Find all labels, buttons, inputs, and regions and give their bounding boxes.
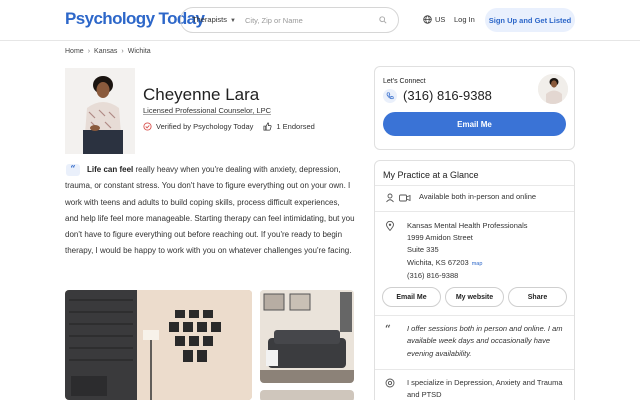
verified-label[interactable]: Verified by Psychology Today (156, 122, 253, 131)
map-link[interactable]: map (472, 261, 483, 267)
verified-check-icon (143, 122, 152, 131)
endorsed-count[interactable]: 1 Endorsed (276, 122, 314, 131)
chevron-down-icon: ▼ (230, 18, 236, 24)
bio-text: Life can feel really heavy when you're d… (65, 162, 355, 260)
video-icon (399, 194, 411, 202)
address-line: Kansas Mental Health Professionals (407, 221, 528, 230)
share-button[interactable]: Share (508, 287, 567, 307)
search-icon[interactable] (379, 16, 387, 24)
connect-label: Let's Connect (383, 78, 426, 85)
address-phone[interactable]: (316) 816-9388 (407, 270, 527, 282)
address-line: Suite 335 (407, 245, 439, 255)
verification-row: Verified by Psychology Today 1 Endorsed (143, 122, 315, 131)
specialties-text: I specialize in Depression, Anxiety and … (407, 378, 563, 400)
practice-title: My Practice at a Glance (383, 170, 479, 180)
divider (375, 211, 574, 212)
divider (375, 369, 574, 370)
language-label: US (435, 15, 446, 24)
thumbs-up-icon (263, 122, 272, 131)
phone-number[interactable]: (316) 816-9388 (403, 88, 492, 103)
practice-statement: I offer sessions both in person and onli… (407, 324, 563, 358)
search-bar: Therapists ▼ (180, 7, 399, 33)
globe-icon (423, 15, 432, 24)
person-icon (386, 193, 394, 203)
address-line: 1999 Amidon Street (407, 233, 473, 243)
address-city: Wichita, KS 67203 (407, 257, 469, 267)
site-header: Psychology Today Therapists▼ US Log In S… (0, 0, 640, 41)
chevron-right-icon: › (121, 48, 124, 55)
bio-lead: Life can feel (87, 165, 134, 174)
email-me-pill-button[interactable]: Email Me (382, 287, 441, 307)
breadcrumb-city[interactable]: Wichita (128, 48, 151, 55)
office-photo[interactable] (260, 390, 354, 400)
breadcrumb-state[interactable]: Kansas (94, 48, 117, 55)
therapists-select-label: Therapists (192, 15, 228, 24)
target-icon (385, 378, 395, 388)
office-photo[interactable] (65, 290, 252, 400)
breadcrumb-home[interactable]: Home (65, 48, 84, 55)
therapist-title[interactable]: Licensed Professional Counselor, LPC (143, 106, 271, 115)
my-website-button[interactable]: My website (445, 287, 504, 307)
signup-button[interactable]: Sign Up and Get Listed (485, 8, 575, 32)
language-selector[interactable]: US (423, 15, 445, 24)
chevron-right-icon: › (87, 48, 91, 55)
divider (375, 315, 574, 316)
quote-icon: “ (385, 324, 391, 335)
practice-actions: Email Me My website Share (382, 287, 567, 307)
email-me-button[interactable]: Email Me (383, 112, 566, 136)
login-link[interactable]: Log In (454, 15, 475, 24)
practice-address: Kansas Mental Health Professionals 1999 … (407, 220, 527, 282)
location-search-input[interactable] (245, 12, 365, 29)
availability-text: Available both in-person and online (419, 192, 537, 201)
therapists-select[interactable]: Therapists ▼ (192, 15, 236, 24)
divider (375, 185, 574, 186)
office-photo[interactable] (260, 290, 354, 383)
breadcrumb: Home › Kansas › Wichita (65, 48, 151, 55)
practice-card: My Practice at a Glance Available both i… (374, 160, 575, 400)
therapist-name: Cheyenne Lara (143, 85, 260, 104)
profile-photo (65, 68, 135, 154)
phone-icon (383, 89, 397, 103)
address-line: Wichita, KS 67203 map (407, 257, 527, 270)
bio-body: really heavy when you're dealing with an… (65, 165, 355, 256)
location-pin-icon (386, 221, 394, 231)
avatar (538, 74, 568, 104)
connect-card: Let's Connect (316) 816-9388 Email Me (374, 66, 575, 150)
